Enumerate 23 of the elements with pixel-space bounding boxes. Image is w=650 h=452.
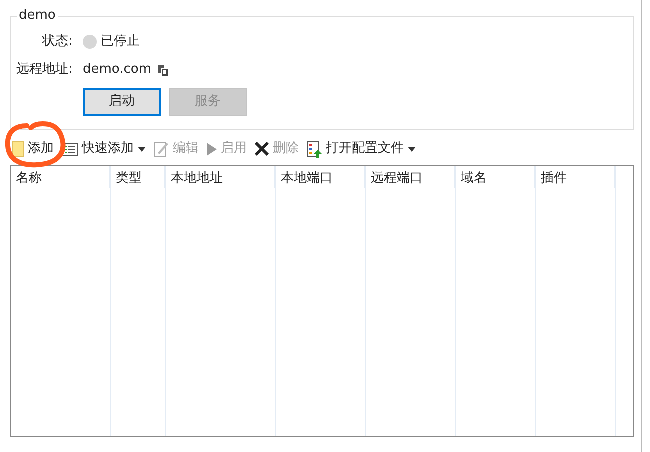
toolbar-button[interactable]: 添加: [12, 138, 54, 160]
toolbar-button[interactable]: 打开配置文件: [307, 138, 416, 160]
column-header[interactable]: 名称: [11, 166, 110, 188]
column-header[interactable]: 本地地址: [166, 166, 275, 188]
file-icon: [12, 141, 24, 157]
column-header[interactable]: 插件: [536, 166, 615, 188]
address-label: 远程地址:: [16, 61, 73, 80]
document-icon: [307, 140, 322, 158]
status-label: 状态:: [41, 33, 73, 52]
column-header[interactable]: 本地端口: [276, 166, 365, 188]
caret-icon: [138, 146, 146, 152]
cross-icon: [255, 142, 269, 156]
address-text: demo.com: [83, 61, 152, 80]
status-text: 已停止: [101, 33, 140, 52]
column-header[interactable]: 类型: [111, 166, 165, 188]
copy-icon[interactable]: [158, 64, 168, 76]
column-header[interactable]: 远程端口: [366, 166, 455, 188]
column-header[interactable]: 域名: [456, 166, 535, 188]
action-button[interactable]: 启动: [83, 88, 161, 116]
caret-icon: [408, 146, 416, 152]
play-icon: [207, 142, 217, 156]
toolbar-button[interactable]: 快速添加: [62, 138, 146, 160]
edit-icon: [154, 141, 169, 157]
